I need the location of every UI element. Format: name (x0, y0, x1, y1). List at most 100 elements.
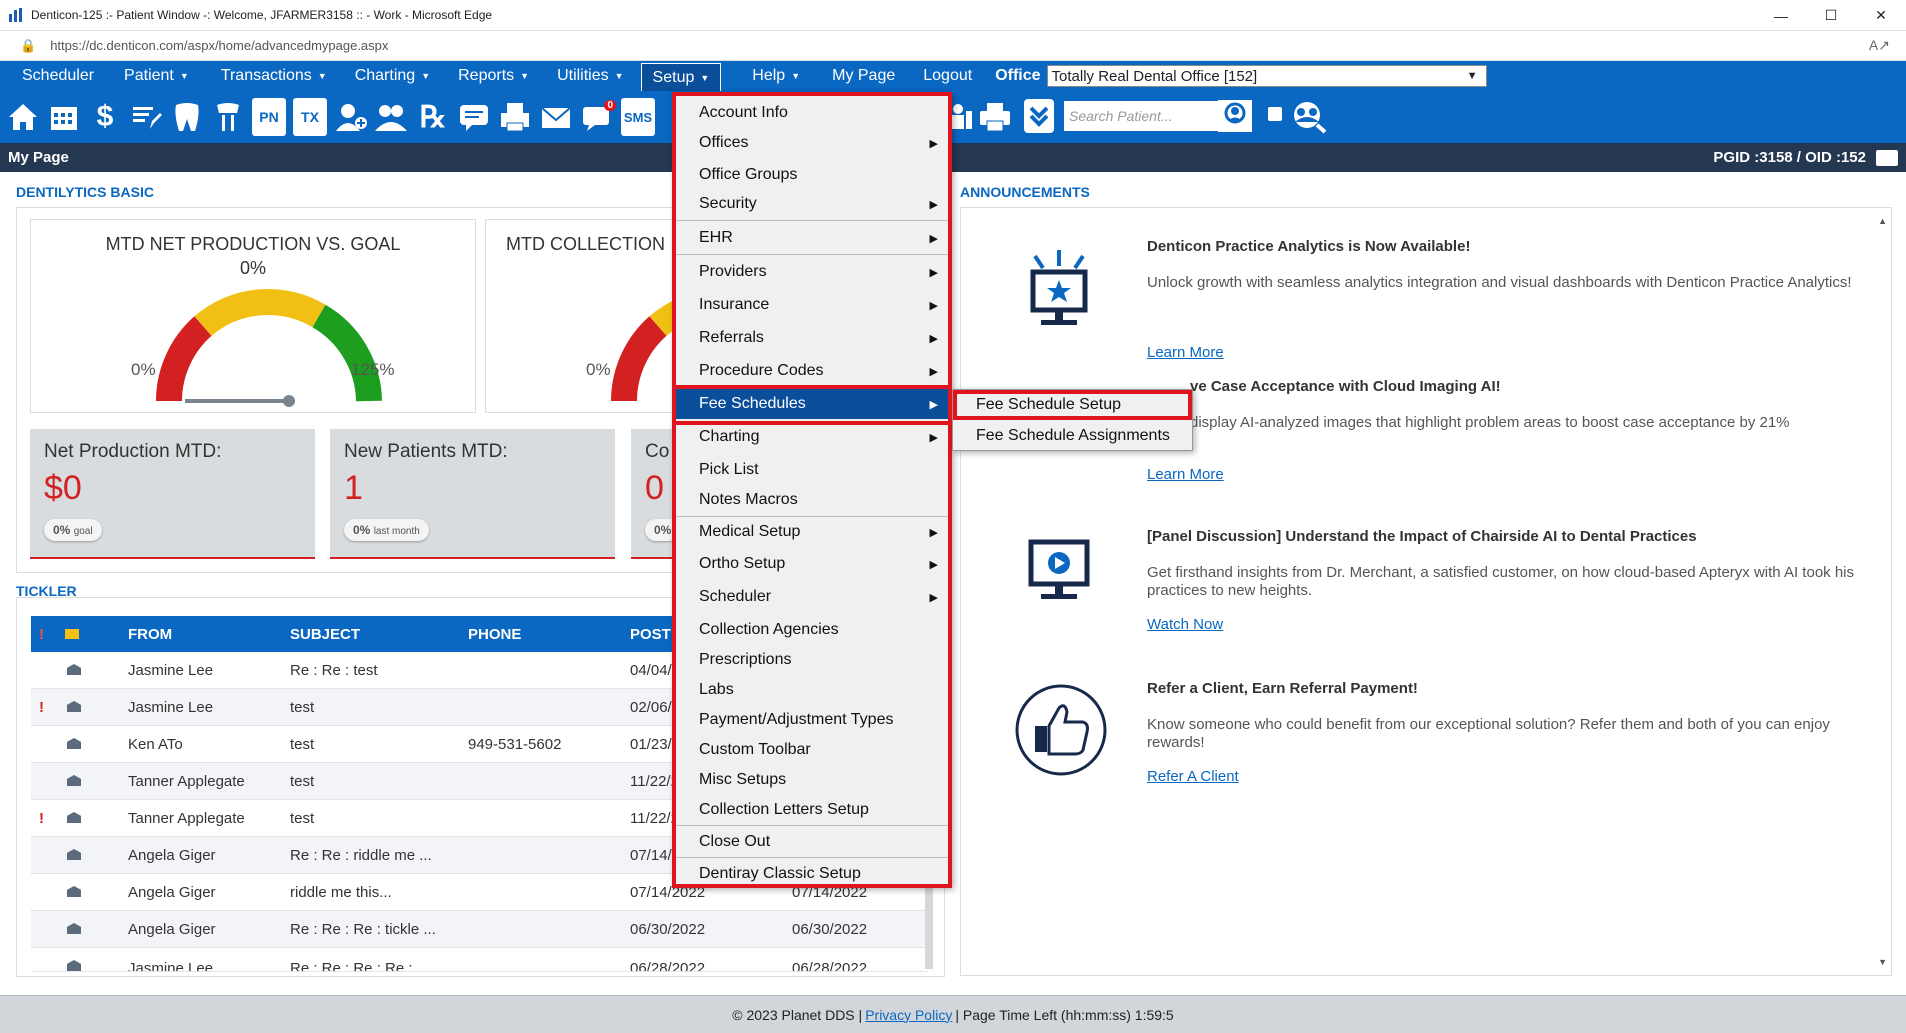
nav-transactions[interactable]: Transactions ▼ (210, 61, 338, 91)
menu-item-procedure-codes[interactable]: Procedure Codes ▶ (676, 356, 948, 386)
col-priority[interactable]: ! (39, 626, 44, 643)
patient-search-icon[interactable] (1218, 100, 1252, 132)
envelope-icon (67, 960, 81, 971)
nav-help[interactable]: Help ▼ (741, 61, 811, 91)
col-phone[interactable]: PHONE (468, 626, 521, 643)
envelope-icon (67, 664, 81, 675)
menu-item-collection-agencies[interactable]: Collection Agencies (676, 615, 948, 645)
menu-item-ortho-setup[interactable]: Ortho Setup ▶ (676, 549, 948, 579)
table-row[interactable]: Jasmine Lee Re : Re : Re : Re :06/28/2022… (31, 948, 928, 972)
nav-scheduler[interactable]: Scheduler (0, 61, 105, 91)
announcements-panel: Denticon Practice Analytics is Now Avail… (960, 207, 1892, 976)
print-icon[interactable] (1876, 149, 1898, 166)
chat-icon[interactable]: 0 (580, 98, 616, 136)
email-icon[interactable] (539, 98, 573, 136)
scroll-down-icon[interactable]: ▼ (1878, 957, 1887, 967)
envelope-icon (67, 775, 81, 786)
menu-item-charting[interactable]: Charting ▶ (676, 422, 948, 452)
privacy-policy-link[interactable]: Privacy Policy (865, 1007, 952, 1023)
notification-badge: 0 (604, 100, 616, 111)
refer-client-link[interactable]: Refer A Client (1147, 768, 1239, 785)
menu-item-pick-list[interactable]: Pick List (676, 455, 948, 485)
home-icon[interactable] (6, 98, 40, 136)
dollar-icon[interactable]: $ (88, 98, 122, 136)
sms-icon[interactable]: SMS (621, 98, 655, 136)
chevron-double-down-icon[interactable] (1024, 99, 1054, 133)
implant-icon[interactable] (211, 98, 245, 136)
notes-edit-icon[interactable] (129, 98, 163, 136)
nav-patient[interactable]: Patient ▼ (113, 61, 200, 91)
address-bar[interactable]: 🔒 https://dc.denticon.com/aspx/home/adva… (0, 31, 1906, 61)
menu-item-close-out[interactable]: Close Out (676, 827, 948, 857)
checkbox[interactable] (1268, 107, 1282, 121)
add-patient-icon[interactable] (334, 98, 368, 136)
menu-item-fee-schedules[interactable]: Fee Schedules ▶ (676, 389, 948, 419)
menu-item-office-groups[interactable]: Office Groups (676, 160, 948, 190)
office-label: Office (995, 67, 1041, 84)
kpi-label: New Patients MTD: (344, 441, 508, 462)
calendar-icon[interactable] (47, 98, 81, 136)
menu-item-insurance[interactable]: Insurance ▶ (676, 290, 948, 320)
menu-item-payment-adjustment-types[interactable]: Payment/Adjustment Types (676, 705, 948, 735)
nav-my-page[interactable]: My Page (821, 61, 906, 91)
nav-logout[interactable]: Logout (912, 61, 983, 91)
group-search-icon[interactable] (1290, 100, 1328, 134)
message-icon[interactable] (457, 98, 491, 136)
copyright: © 2023 Planet DDS | (732, 1006, 863, 1023)
add-family-icon[interactable] (375, 98, 409, 136)
kpi-badge: 0% goal (44, 519, 102, 541)
url-text[interactable]: https://dc.denticon.com/aspx/home/advanc… (50, 38, 388, 53)
close-icon[interactable]: ✕ (1856, 0, 1906, 31)
menu-item-dentiray-classic-setup[interactable]: Dentiray Classic Setup (676, 859, 948, 889)
menu-item-fee-schedule-setup[interactable]: Fee Schedule Setup (953, 390, 1192, 420)
announcement-body: Unlock growth with seamless analytics in… (1147, 274, 1852, 291)
menu-item-collection-letters-setup[interactable]: Collection Letters Setup (676, 795, 948, 825)
prescription-icon[interactable]: ℞ (416, 98, 450, 136)
menu-item-referrals[interactable]: Referrals ▶ (676, 323, 948, 353)
scroll-up-icon[interactable]: ▲ (1878, 216, 1887, 226)
minimize-icon[interactable]: — (1756, 0, 1806, 31)
envelope-icon (67, 923, 81, 934)
col-subject[interactable]: SUBJECT (290, 626, 360, 643)
analytics-monitor-icon (1021, 246, 1097, 325)
fax-icon[interactable] (498, 98, 532, 136)
search-patient-input[interactable]: Search Patient... (1064, 101, 1218, 131)
printer-icon[interactable] (978, 101, 1012, 133)
nav-utilities[interactable]: Utilities ▼ (546, 61, 634, 91)
menu-item-ehr[interactable]: EHR ▶ (676, 223, 948, 253)
menu-item-misc-setups[interactable]: Misc Setups (676, 765, 948, 795)
nav-charting[interactable]: Charting ▼ (344, 61, 441, 91)
chevron-right-icon: ▶ (929, 431, 938, 444)
menu-item-labs[interactable]: Labs (676, 675, 948, 705)
menu-item-offices[interactable]: Offices ▶ (676, 128, 948, 158)
watch-now-link[interactable]: Watch Now (1147, 616, 1223, 633)
menu-item-account-info[interactable]: Account Info (676, 98, 948, 128)
pn-icon[interactable]: PN (252, 98, 286, 136)
menu-item-notes-macros[interactable]: Notes Macros (676, 485, 948, 515)
menu-item-security[interactable]: Security ▶ (676, 189, 948, 219)
nav-setup[interactable]: Setup ▼ (640, 63, 722, 91)
nav-reports[interactable]: Reports ▼ (447, 61, 540, 91)
learn-more-link[interactable]: Learn More (1147, 344, 1224, 361)
menu-item-fee-schedule-assignments[interactable]: Fee Schedule Assignments (953, 421, 1192, 451)
envelope-icon (67, 738, 81, 749)
read-aloud-icon[interactable]: A↗ (1869, 37, 1890, 54)
tx-icon[interactable]: TX (293, 98, 327, 136)
maximize-icon[interactable]: ☐ (1806, 0, 1856, 31)
menu-item-custom-toolbar[interactable]: Custom Toolbar (676, 735, 948, 765)
announcement-body: Get firsthand insights from Dr. Merchant… (1147, 564, 1854, 599)
learn-more-link[interactable]: Learn More (1147, 466, 1224, 483)
announcement-title: [Panel Discussion] Understand the Impact… (1147, 528, 1697, 545)
menu-item-medical-setup[interactable]: Medical Setup ▶ (676, 517, 948, 547)
my-page-bar: My Page PGID :3158 / OID :152 (0, 143, 1906, 172)
menu-item-providers[interactable]: Providers ▶ (676, 257, 948, 287)
table-row[interactable]: Angela Giger Re : Re : Re : tickle ... 06/… (31, 911, 928, 948)
chevron-right-icon: ▶ (929, 526, 938, 539)
menu-item-scheduler[interactable]: Scheduler ▶ (676, 582, 948, 612)
tooth-icon[interactable] (170, 98, 204, 136)
office-select[interactable]: Totally Real Dental Office [152] ▼ (1046, 65, 1487, 87)
col-from[interactable]: FROM (128, 626, 172, 643)
menu-item-prescriptions[interactable]: Prescriptions (676, 645, 948, 675)
envelope-icon (67, 886, 81, 897)
person-chart-icon[interactable] (950, 101, 974, 131)
